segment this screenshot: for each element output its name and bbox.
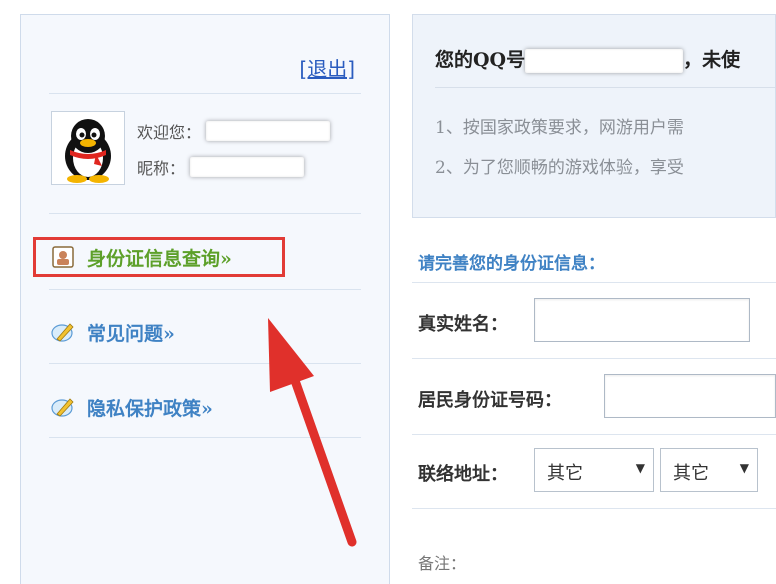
avatar	[51, 111, 125, 185]
select-value: 其它	[547, 463, 583, 484]
qq-prefix: 您的QQ号	[435, 49, 526, 71]
notice-line-2: 2、为了您顺畅的游戏体验，享受	[435, 158, 684, 178]
divider	[412, 282, 776, 283]
divider	[49, 437, 361, 438]
chevron-down-icon: ▼	[635, 461, 645, 475]
user-info: 欢迎您： 昵称：	[51, 111, 351, 191]
sidebar-item-label: 隐私保护政策»	[87, 398, 213, 420]
chevron-down-icon: ▼	[739, 461, 749, 475]
notice-box: 您的QQ号 ，未使 1、按国家政策要求，网游用户需 2、为了您顺畅的游戏体验，享受	[412, 14, 776, 218]
id-number-label: 居民身份证号码：	[418, 390, 562, 411]
nickname-label: 昵称：	[137, 159, 186, 178]
sidebar-item-label: 常见问题»	[87, 323, 175, 345]
divider	[49, 93, 361, 94]
highlight-box	[33, 237, 285, 277]
redacted-username	[206, 121, 331, 141]
redacted-nickname	[190, 157, 305, 177]
redacted-qq-number	[525, 49, 684, 73]
id-number-input[interactable]	[604, 374, 776, 418]
divider	[435, 87, 775, 88]
note-label: 备注：	[418, 554, 467, 573]
sidebar-item-privacy[interactable]: 隐私保护政策»	[49, 375, 363, 439]
qq-number-line: 您的QQ号 ，未使	[435, 45, 740, 73]
city-select[interactable]: 其它 ▼	[660, 448, 758, 492]
province-select[interactable]: 其它 ▼	[534, 448, 654, 492]
notice-line-1: 1、按国家政策要求，网游用户需	[435, 118, 684, 138]
nickname-row: 昵称：	[137, 155, 305, 179]
qq-suffix: ，未使	[683, 49, 741, 71]
welcome-label: 欢迎您：	[137, 123, 202, 142]
pencil-icon	[51, 323, 74, 342]
main-panel: 您的QQ号 ，未使 1、按国家政策要求，网游用户需 2、为了您顺畅的游戏体验，享受…	[412, 14, 776, 584]
divider	[412, 508, 776, 509]
sidebar-item-faq[interactable]: 常见问题»	[49, 300, 363, 364]
divider	[49, 213, 361, 214]
address-label: 联络地址：	[418, 464, 508, 485]
real-name-input[interactable]	[534, 298, 750, 342]
name-label: 真实姓名：	[418, 314, 508, 335]
select-value: 其它	[673, 463, 709, 484]
welcome-row: 欢迎您：	[137, 119, 331, 143]
logout-link[interactable]: [退出]	[299, 53, 355, 82]
divider	[49, 363, 361, 364]
pencil-icon	[51, 398, 74, 417]
divider	[412, 358, 776, 359]
divider	[412, 434, 776, 435]
divider	[49, 289, 361, 290]
qq-penguin-icon	[65, 119, 111, 183]
form-title: 请完善您的身份证信息：	[418, 254, 605, 274]
sidebar: [退出] 欢迎您： 昵称： 身份证信息查询» 常见问题» 隐私保护政策»	[20, 14, 390, 584]
